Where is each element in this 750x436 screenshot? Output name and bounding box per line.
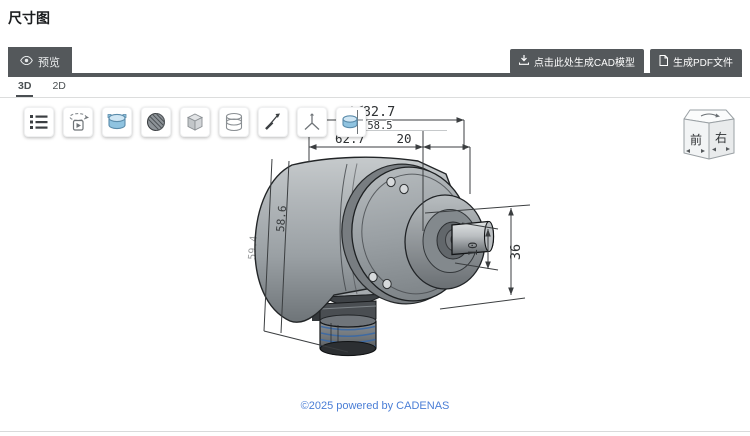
dim-overall-length: 82.7: [363, 104, 396, 120]
dim-height: 36: [508, 244, 524, 260]
generate-pdf-label: 生成PDF文件: [673, 54, 733, 69]
cad-viewer-page: 尺寸图 预览 点击此处生成CAD模型 生成PDF文件 3D: [0, 0, 750, 436]
turntable-rotate-button[interactable]: [63, 107, 93, 137]
solid-cube-button[interactable]: [180, 107, 210, 137]
partial-dimension-text: 59.4: [247, 235, 260, 260]
measure-icon: [261, 110, 285, 134]
pdf-file-icon: [659, 55, 668, 69]
coordinate-axes-button[interactable]: [297, 107, 327, 137]
generate-cad-label: 点击此处生成CAD模型: [534, 54, 635, 69]
dim-shaft-diameter: 10: [466, 242, 480, 256]
preview-tab[interactable]: 预览: [8, 47, 72, 77]
viewer-viewport: 58.6 59.4: [0, 97, 750, 432]
section-plane-icon: [339, 110, 363, 134]
viewer-canvas[interactable]: 58.6 59.4: [0, 98, 750, 431]
wireframe-cylinder-button[interactable]: [219, 107, 249, 137]
shaded-view-icon: [105, 110, 129, 134]
viewer-toolbar: [24, 107, 366, 137]
page-title: 尺寸图: [8, 8, 50, 28]
solid-cube-icon: [183, 110, 207, 134]
download-icon: [519, 55, 529, 68]
tab-3d[interactable]: 3D: [16, 80, 33, 98]
generate-cad-button[interactable]: 点击此处生成CAD模型: [510, 49, 644, 74]
cadenas-credit-link[interactable]: ©2025 powered by CADENAS: [0, 400, 750, 412]
turntable-rotate-icon: [66, 110, 90, 134]
eye-icon: [20, 56, 33, 68]
generate-pdf-button[interactable]: 生成PDF文件: [650, 49, 742, 74]
dim-shaft-length: 20: [396, 131, 411, 146]
action-buttons: 点击此处生成CAD模型 生成PDF文件: [510, 49, 742, 74]
tab-2d[interactable]: 2D: [50, 80, 67, 98]
shaded-edges-sphere-button[interactable]: [141, 107, 171, 137]
viewcube-right-label: 右: [715, 130, 727, 145]
dimension-view-tabs: 3D 2D: [16, 80, 68, 98]
wireframe-cylinder-icon: [222, 110, 246, 134]
viewcube-front-label: 前: [690, 132, 702, 147]
preview-tab-label: 预览: [38, 54, 60, 70]
view-cube[interactable]: 前 右: [676, 103, 742, 167]
section-plane-button[interactable]: [336, 107, 366, 137]
dim-faded-length: 58.5: [367, 120, 392, 132]
measure-button[interactable]: [258, 107, 288, 137]
model-tree-button[interactable]: [24, 107, 54, 137]
coordinate-axes-icon: [300, 110, 324, 134]
shaded-view-button[interactable]: [102, 107, 132, 137]
model-tree-icon: [27, 110, 51, 134]
shaded-edges-sphere-icon: [144, 110, 168, 134]
top-tab-strip: 预览 点击此处生成CAD模型 生成PDF文件: [8, 47, 742, 77]
